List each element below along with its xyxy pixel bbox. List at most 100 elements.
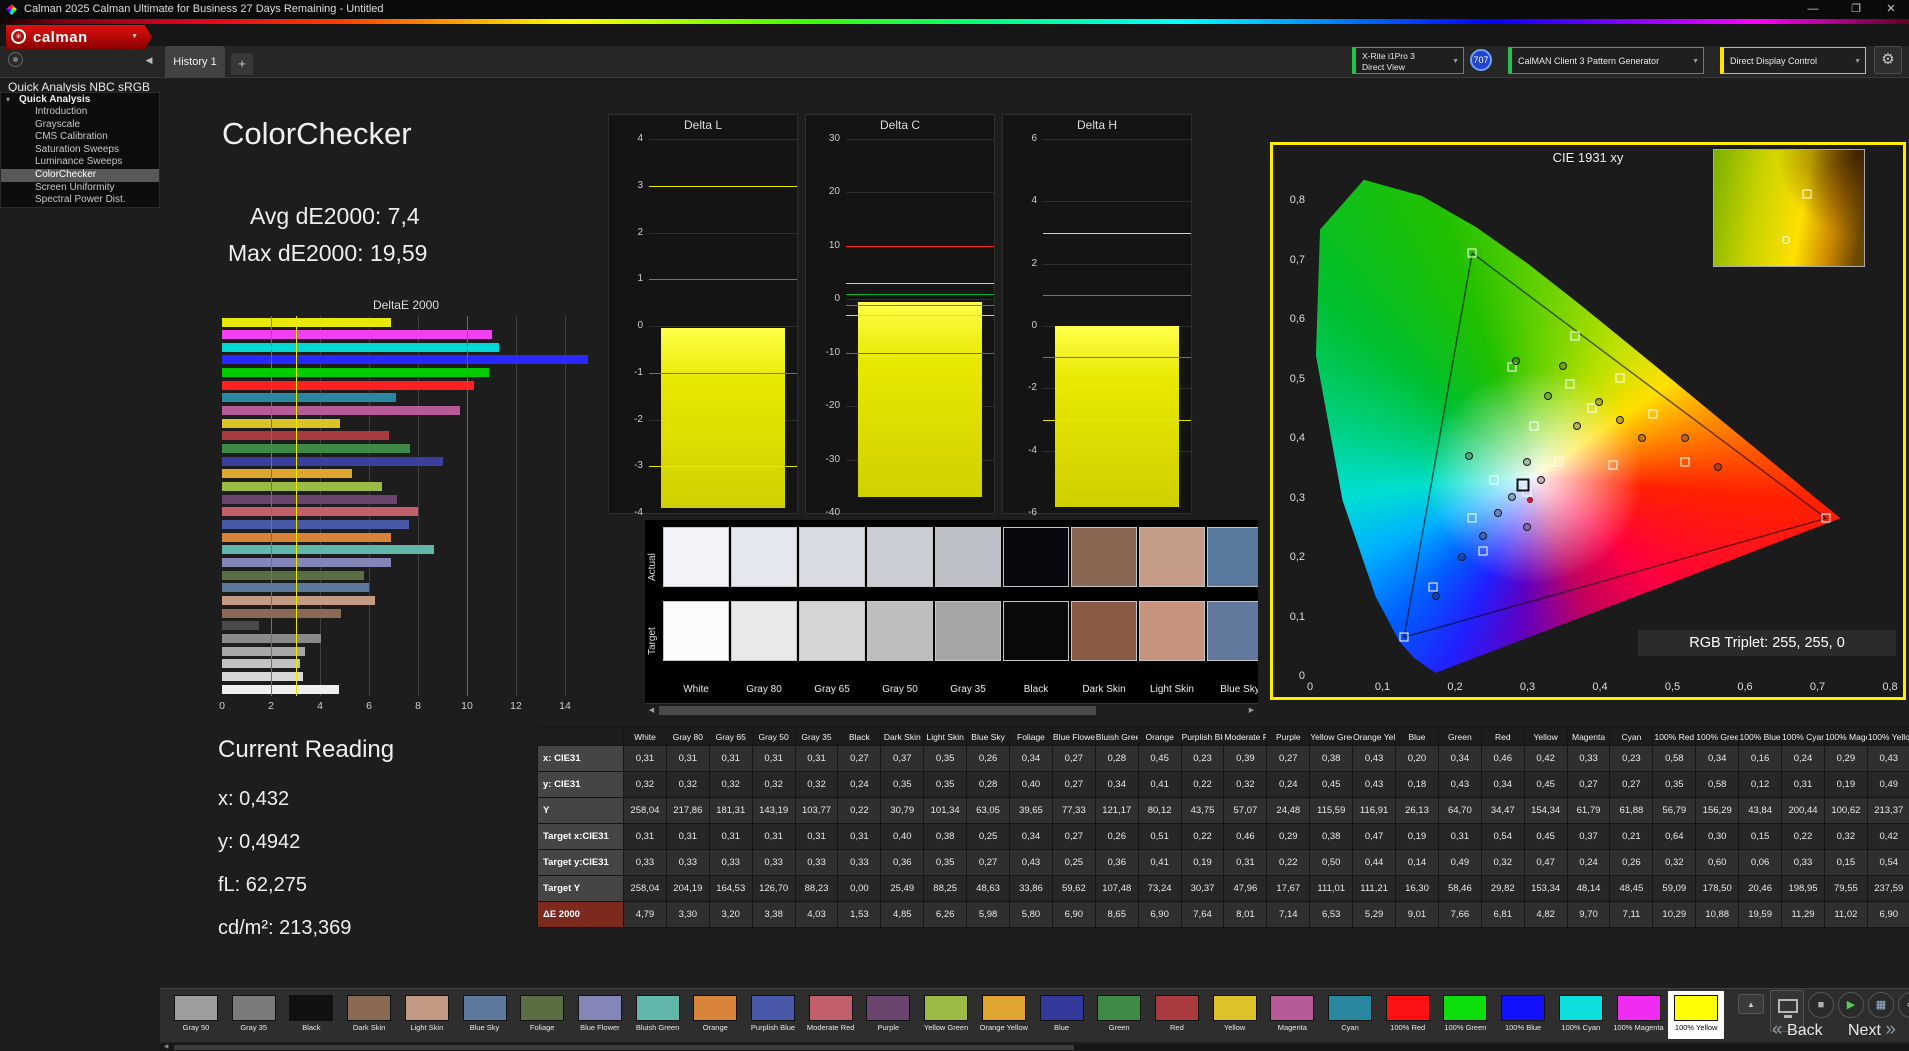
patch-bluish-green[interactable]: Bluish Green xyxy=(630,991,686,1039)
deltae-x-axis: 0 2 4 6 8 10 12 14 xyxy=(219,700,602,714)
patch-light-skin[interactable]: Light Skin xyxy=(399,991,455,1039)
workspace-menu-button[interactable] xyxy=(8,52,23,67)
patch-label: 100% Green xyxy=(1444,1023,1487,1032)
table-cell: 213,37 xyxy=(1866,797,1909,824)
patch-yellow[interactable]: Yellow xyxy=(1207,991,1263,1039)
maximize-button[interactable]: ❐ xyxy=(1838,0,1874,19)
row-label-actual: Actual xyxy=(647,553,658,581)
table-cell: 0,31 xyxy=(794,823,839,850)
patch-cyan[interactable]: Cyan xyxy=(1322,991,1378,1039)
axis-tick-label: 30 xyxy=(828,133,840,144)
cie-target-square xyxy=(1554,457,1564,467)
axis-tick-label: -4 xyxy=(1028,444,1037,456)
patch-100-red[interactable]: 100% Red xyxy=(1380,991,1436,1039)
table-cell: 0,39 xyxy=(1223,745,1268,772)
table-cell: 0,45 xyxy=(1137,745,1182,772)
play-button[interactable]: ▶ xyxy=(1838,992,1864,1018)
sidebar-item-saturation-sweeps[interactable]: Saturation Sweeps xyxy=(1,144,159,157)
pattern-generator-dropdown[interactable]: CalMAN Client 3 Pattern Generator ▼ xyxy=(1508,47,1704,74)
table-cell: 0,35 xyxy=(923,745,968,772)
gamut-triangle xyxy=(1403,251,1828,639)
patch-100-cyan[interactable]: 100% Cyan xyxy=(1553,991,1609,1039)
meter-dropdown[interactable]: X-Rite i1Pro 3 Direct View ▼ xyxy=(1352,47,1464,74)
patch-moderate-red[interactable]: Moderate Red xyxy=(803,991,859,1039)
table-cell: 0,32 xyxy=(623,771,667,798)
patchbar-expand-button[interactable]: ▲ xyxy=(1738,994,1764,1014)
patch-magenta[interactable]: Magenta xyxy=(1264,991,1320,1039)
table-cell: 5,98 xyxy=(966,901,1011,928)
table-cell: 0,58 xyxy=(1652,745,1697,772)
tab-history-1[interactable]: History 1 xyxy=(165,46,225,78)
display-control-dropdown[interactable]: Direct Display Control ▼ xyxy=(1720,47,1866,74)
table-cell: 7,66 xyxy=(1437,901,1482,928)
add-tab-button[interactable]: + xyxy=(231,53,253,75)
axis-tick-label: -6 xyxy=(1028,507,1037,518)
tree-expander-icon[interactable]: ▾ xyxy=(6,93,10,106)
save-button[interactable]: ▦ xyxy=(1868,992,1894,1018)
close-button[interactable]: ✕ xyxy=(1873,0,1909,19)
patch-orange[interactable]: Orange xyxy=(687,991,743,1039)
patch-foliage[interactable]: Foliage xyxy=(514,991,570,1039)
swatch-scrollbar[interactable]: ◀ ▶ xyxy=(645,703,1258,717)
sidebar-collapse-button[interactable]: ◀ xyxy=(141,52,157,68)
sidebar-item-colorchecker[interactable]: ColorChecker xyxy=(1,168,159,182)
axis-tick-label: 4 xyxy=(637,133,643,144)
table-cell: 0,40 xyxy=(1009,771,1053,798)
patch-purple[interactable]: Purple xyxy=(860,991,916,1039)
patch-orange-yellow[interactable]: Orange Yellow xyxy=(976,991,1032,1039)
axis-tick-label: 2 xyxy=(637,226,643,238)
patch-blue-sky[interactable]: Blue Sky xyxy=(457,991,513,1039)
patch-swatch xyxy=(577,995,622,1021)
swatch-comparison-panel: Actual Target White Gray 80 Gray 65 Gray 50… xyxy=(645,520,1258,717)
patch-label: Gray 50 xyxy=(182,1023,210,1032)
sidebar-item-introduction[interactable]: Introduction xyxy=(1,106,159,119)
sidebar-item-screen-uniformity[interactable]: Screen Uniformity xyxy=(1,182,159,195)
scroll-right-icon[interactable]: ▶ xyxy=(1245,704,1258,717)
table-cell: 0,30 xyxy=(1695,823,1740,850)
patch-green[interactable]: Green xyxy=(1091,991,1147,1039)
table-cell: 0,49 xyxy=(1866,771,1909,798)
patch-dark-skin[interactable]: Dark Skin xyxy=(341,991,397,1039)
patch-red[interactable]: Red xyxy=(1149,991,1205,1039)
scroll-left-icon[interactable]: ◀ xyxy=(645,704,658,717)
stop-button[interactable]: ■ xyxy=(1808,992,1834,1018)
calman-logo-text: calman xyxy=(33,29,88,46)
patch-100-green[interactable]: 100% Green xyxy=(1437,991,1493,1039)
calman-emblem-icon: ✳ xyxy=(11,29,26,44)
sidebar-item-root[interactable]: ▾ Quick Analysis xyxy=(1,93,159,106)
table-cell: 0,06 xyxy=(1738,849,1783,876)
patch-100-yellow[interactable]: 100% Yellow xyxy=(1668,991,1725,1039)
table-cell: 0,23 xyxy=(1609,745,1654,772)
deltae-bar xyxy=(222,520,410,530)
patch-gray-35[interactable]: Gray 35 xyxy=(226,991,282,1039)
table-cell: 0,32 xyxy=(665,771,710,798)
patch-yellow-green[interactable]: Yellow Green xyxy=(918,991,974,1039)
gear-icon[interactable]: ⚙ xyxy=(1874,46,1902,74)
patch-100-blue[interactable]: 100% Blue xyxy=(1495,991,1551,1039)
scrollbar-thumb[interactable] xyxy=(659,706,1096,715)
patch-blue[interactable]: Blue xyxy=(1034,991,1090,1039)
back-button[interactable]: « Back xyxy=(1772,1019,1823,1045)
minimize-button[interactable]: — xyxy=(1795,0,1831,19)
sidebar-item-grayscale[interactable]: Grayscale xyxy=(1,119,159,132)
patch-gray-50[interactable]: Gray 50 xyxy=(168,991,224,1039)
patch-100-magenta[interactable]: 100% Magenta xyxy=(1611,991,1667,1039)
table-cell: 0,44 xyxy=(1352,849,1397,876)
sidebar-item-spectral-power-dist-[interactable]: Spectral Power Dist. xyxy=(1,194,159,207)
scrollbar-thumb[interactable] xyxy=(174,1045,1074,1050)
meter-name: X-Rite i1Pro 3 xyxy=(1362,51,1415,61)
patch-label: Moderate Red xyxy=(806,1023,855,1032)
next-button[interactable]: Next » xyxy=(1848,1019,1896,1045)
table-cell: 126,70 xyxy=(751,875,796,902)
patchbar-scrollbar[interactable]: ◀ xyxy=(160,1044,1909,1051)
axis-tick-label: 4 xyxy=(1031,195,1037,207)
calman-logo[interactable]: ✳ calman ▼ xyxy=(6,25,152,49)
patch-swatch xyxy=(1558,995,1603,1021)
sidebar-item-cms-calibration[interactable]: CMS Calibration xyxy=(1,131,159,144)
scroll-left-icon[interactable]: ◀ xyxy=(160,1044,172,1051)
patch-purplish-blue[interactable]: Purplish Blue xyxy=(745,991,801,1039)
cie-1931-panel: CIE 1931 xy 0 0,1 0,2 0,3 0,4 0,5 0,6 0,7 0,8 0,8… xyxy=(1270,142,1906,700)
patch-black[interactable]: Black xyxy=(283,991,339,1039)
patch-blue-flower[interactable]: Blue Flower xyxy=(572,991,628,1039)
sidebar-item-luminance-sweeps[interactable]: Luminance Sweeps xyxy=(1,156,159,169)
